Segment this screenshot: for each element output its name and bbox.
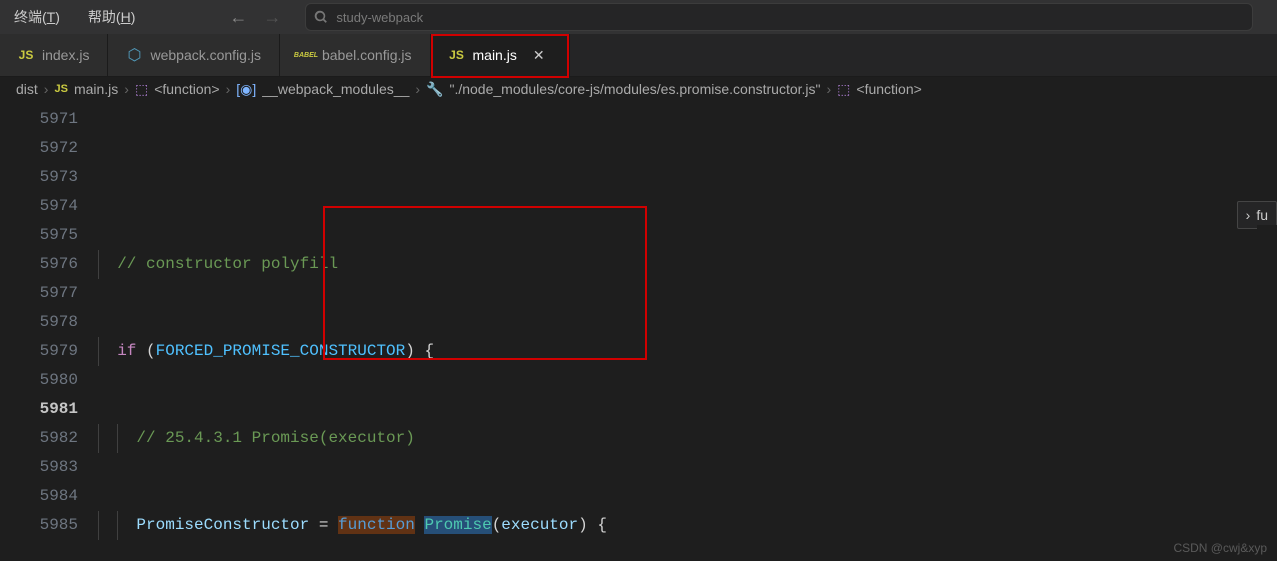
- crumb-file[interactable]: main.js: [74, 81, 118, 97]
- menu-terminal-label: 终端: [14, 9, 42, 25]
- line-gutter: 5971597259735974597559765977597859795980…: [0, 101, 98, 561]
- nav-arrows: ← →: [229, 7, 281, 28]
- webpack-icon: ⬡: [126, 47, 142, 63]
- chevron-right-icon: ›: [1246, 207, 1251, 223]
- breadcrumb[interactable]: dist › JS main.js › ⬚ <function> › [◉] _…: [0, 77, 1277, 101]
- watermark: CSDN @cwj&xyp: [1173, 541, 1267, 555]
- tab-label: webpack.config.js: [150, 47, 261, 63]
- tab-webpack-config[interactable]: ⬡ webpack.config.js: [108, 34, 280, 76]
- symbol-variable-icon: [◉]: [236, 81, 256, 98]
- menu-help-label: 帮助: [88, 9, 116, 25]
- nav-forward-icon[interactable]: →: [263, 7, 281, 28]
- crumb-symbol[interactable]: __webpack_modules__: [262, 81, 409, 97]
- highlight-box: [431, 34, 569, 78]
- symbol-method-icon: 🔧: [426, 81, 443, 98]
- command-center[interactable]: study-webpack: [305, 3, 1253, 31]
- menu-terminal[interactable]: 终端(T): [0, 0, 74, 34]
- symbol-function-icon: ⬚: [837, 81, 850, 98]
- nav-back-icon[interactable]: ←: [229, 7, 247, 28]
- code-area[interactable]: // constructor polyfill if (FORCED_PROMI…: [98, 101, 1277, 561]
- chevron-right-icon: ›: [226, 81, 231, 97]
- crumb-symbol[interactable]: <function>: [856, 81, 921, 97]
- symbol-function-icon: ⬚: [135, 81, 148, 98]
- editor-tabs: JS index.js ⬡ webpack.config.js BABEL ba…: [0, 34, 1277, 77]
- js-icon: JS: [18, 47, 34, 63]
- tab-index-js[interactable]: JS index.js: [0, 34, 108, 76]
- search-icon: [314, 10, 328, 24]
- tab-label: babel.config.js: [322, 47, 412, 63]
- crumb-symbol[interactable]: "./node_modules/core-js/modules/es.promi…: [449, 81, 820, 97]
- tab-label: index.js: [42, 47, 89, 63]
- crumb-folder[interactable]: dist: [16, 81, 38, 97]
- title-bar: 终端(T) 帮助(H) ← → study-webpack: [0, 0, 1277, 34]
- chevron-right-icon: ›: [826, 81, 831, 97]
- tab-main-js[interactable]: JS main.js ✕: [431, 34, 570, 76]
- crumb-symbol[interactable]: <function>: [154, 81, 219, 97]
- chevron-right-icon: ›: [124, 81, 129, 97]
- chevron-right-icon: ›: [415, 81, 420, 97]
- babel-icon: BABEL: [298, 47, 314, 63]
- tab-babel-config[interactable]: BABEL babel.config.js: [280, 34, 431, 76]
- js-icon: JS: [54, 83, 67, 95]
- minimap[interactable]: [1257, 225, 1277, 561]
- menu-help[interactable]: 帮助(H): [74, 0, 149, 34]
- chevron-right-icon: ›: [44, 81, 49, 97]
- editor[interactable]: 5971597259735974597559765977597859795980…: [0, 101, 1277, 561]
- outline-peek-text: fu: [1256, 207, 1268, 223]
- command-center-text: study-webpack: [336, 10, 423, 25]
